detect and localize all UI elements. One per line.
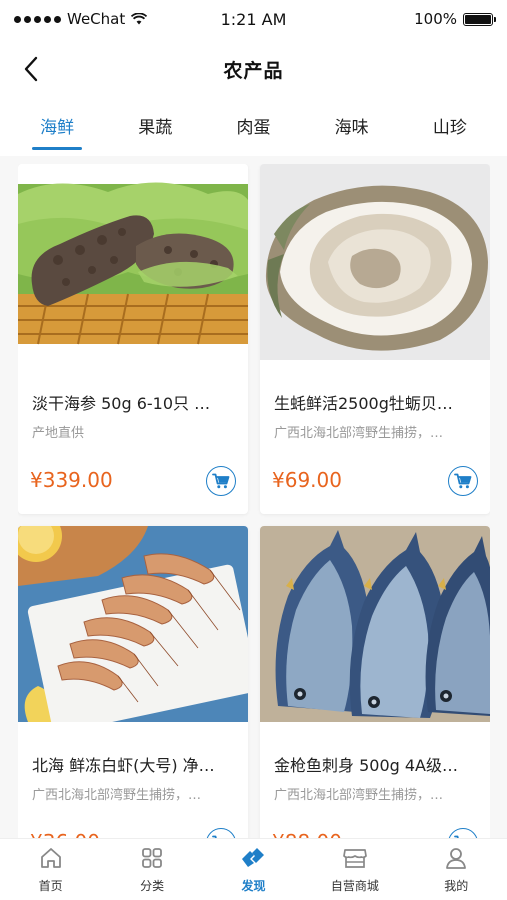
category-tabs: 海鲜 果蔬 肉蛋 海味 山珍 bbox=[0, 100, 507, 156]
tab-mountain-delicacies[interactable]: 山珍 bbox=[427, 105, 473, 152]
product-image-tuna bbox=[260, 526, 490, 722]
store-icon bbox=[342, 845, 368, 871]
add-to-cart-button[interactable] bbox=[206, 466, 236, 496]
tabbar-label: 首页 bbox=[38, 879, 63, 893]
status-bar: WeChat 1:21 AM 100% bbox=[0, 0, 507, 38]
product-card[interactable]: 生蚝鲜活2500g牡蛎贝… 广西北海北部湾野生捕捞，… ¥69.00 bbox=[260, 164, 490, 514]
profile-icon bbox=[443, 845, 469, 871]
product-title: 生蚝鲜活2500g牡蛎贝… bbox=[274, 394, 453, 413]
discover-icon bbox=[240, 845, 266, 871]
tabbar-item-home[interactable]: 首页 bbox=[6, 845, 96, 894]
tab-dried-seafood[interactable]: 海味 bbox=[329, 105, 375, 152]
tabbar-item-profile[interactable]: 我的 bbox=[411, 845, 501, 894]
nav-bar: 农产品 bbox=[0, 38, 507, 100]
page-title: 农产品 bbox=[223, 59, 284, 82]
add-to-cart-button[interactable] bbox=[448, 466, 478, 496]
product-price: ¥339.00 bbox=[30, 468, 113, 492]
tabbar-label: 自营商城 bbox=[330, 879, 379, 893]
home-icon bbox=[38, 845, 64, 871]
tabbar-item-store[interactable]: 自营商城 bbox=[310, 845, 400, 894]
tabbar-label: 发现 bbox=[241, 879, 266, 893]
product-subtitle: 广西北海北部湾野生捕捞，… bbox=[32, 788, 202, 803]
product-subtitle: 广西北海北部湾野生捕捞，… bbox=[274, 426, 444, 441]
product-image-shrimp bbox=[18, 526, 248, 722]
app-screen: WeChat 1:21 AM 100% 农产品 海鲜 果蔬 肉蛋 海味 山珍 淡… bbox=[0, 0, 507, 900]
product-subtitle: 产地直供 bbox=[32, 426, 85, 441]
category-grid-icon bbox=[139, 845, 165, 871]
tab-seafood[interactable]: 海鲜 bbox=[32, 105, 83, 152]
product-title: 北海 鲜冻白虾(大号) 净… bbox=[32, 756, 215, 775]
cart-icon bbox=[454, 473, 472, 489]
product-card[interactable]: 北海 鲜冻白虾(大号) 净… 广西北海北部湾野生捕捞，… ¥36.00 bbox=[18, 526, 248, 840]
signal-icon bbox=[14, 15, 61, 23]
tab-meat-eggs[interactable]: 肉蛋 bbox=[230, 105, 276, 152]
wifi-icon bbox=[131, 13, 148, 25]
tabbar-item-discover[interactable]: 发现 bbox=[208, 845, 298, 894]
product-title: 金枪鱼刺身 500g 4A级… bbox=[274, 756, 458, 775]
product-card[interactable]: 淡干海参 50g 6-10只 … 产地直供 ¥339.00 bbox=[18, 164, 248, 514]
status-right: 100% bbox=[414, 10, 496, 28]
tabbar-label: 分类 bbox=[140, 879, 165, 893]
tabbar-item-category[interactable]: 分类 bbox=[107, 845, 197, 894]
bottom-tab-bar: 首页 分类 发现 自营商城 我的 bbox=[0, 838, 507, 900]
product-price: ¥69.00 bbox=[272, 468, 342, 492]
product-subtitle: 广西北海北部湾野生捕捞，… bbox=[274, 788, 444, 803]
product-grid: 淡干海参 50g 6-10只 … 产地直供 ¥339.00 生蚝鲜活2500g牡… bbox=[18, 164, 490, 840]
cart-icon bbox=[212, 473, 230, 489]
product-image-sea-cucumber bbox=[18, 164, 248, 360]
chevron-left-icon bbox=[24, 56, 38, 82]
carrier-label: WeChat bbox=[67, 10, 126, 28]
status-left: WeChat bbox=[14, 10, 148, 28]
product-title: 淡干海参 50g 6-10只 … bbox=[32, 394, 211, 413]
back-button[interactable] bbox=[16, 54, 46, 84]
battery-label: 100% bbox=[414, 10, 457, 28]
battery-icon bbox=[463, 12, 496, 26]
product-image-oyster bbox=[260, 164, 490, 360]
tab-fruits-vegetables[interactable]: 果蔬 bbox=[132, 105, 178, 152]
product-card[interactable]: 金枪鱼刺身 500g 4A级… 广西北海北部湾野生捕捞，… ¥88.00 bbox=[260, 526, 490, 840]
tabbar-label: 我的 bbox=[444, 879, 469, 893]
